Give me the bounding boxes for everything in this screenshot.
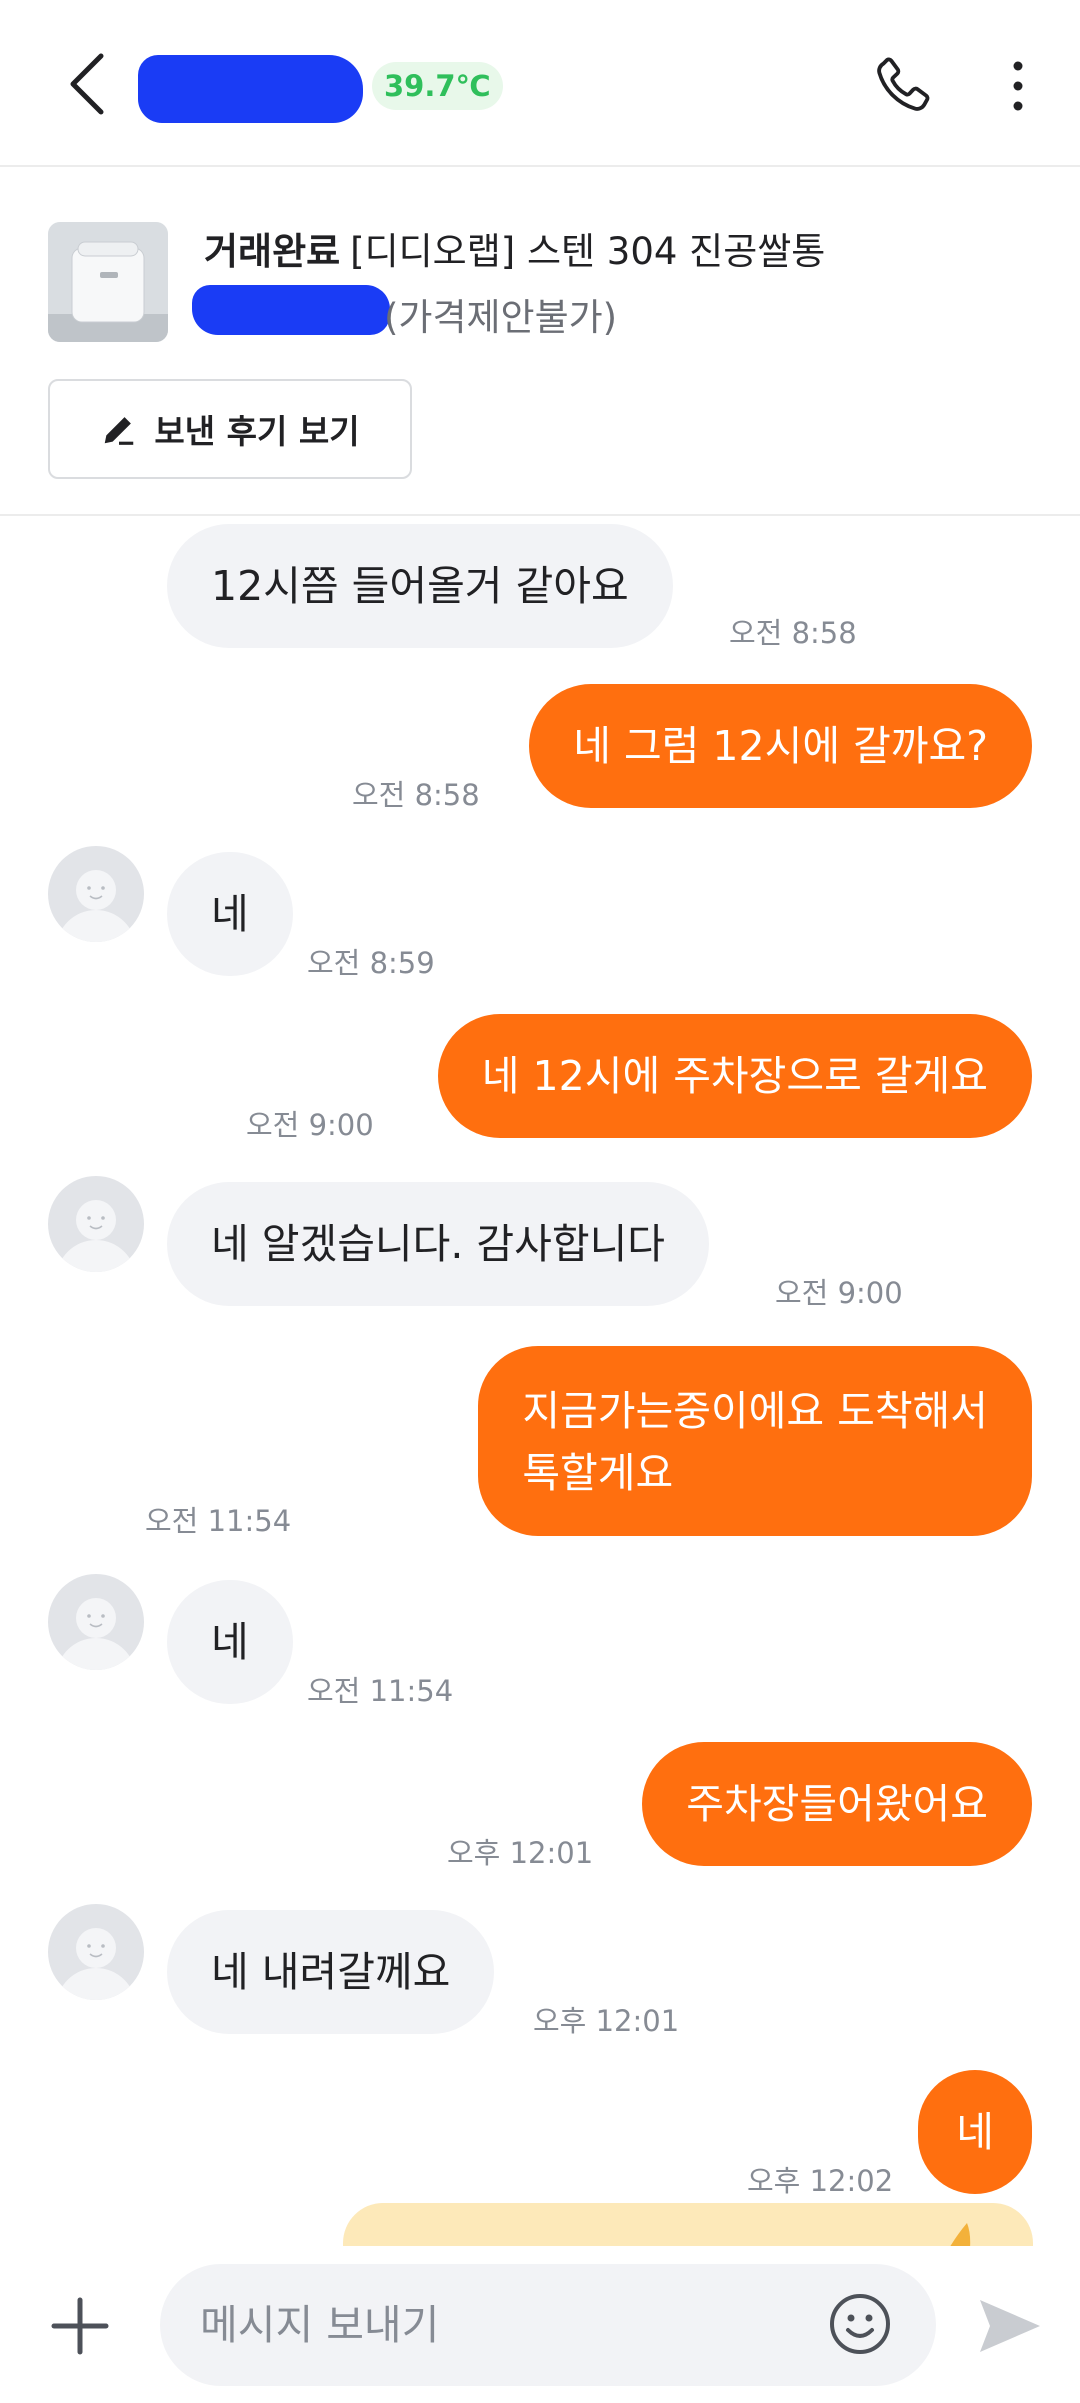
message-time: 오전 11:54 (145, 1504, 292, 1538)
product-name: [디디오랩] 스텐 304 진공쌀통 (350, 230, 826, 273)
sticker-image (950, 2223, 971, 2246)
incoming-message[interactable]: 네 (167, 1580, 293, 1704)
more-options-button[interactable] (990, 46, 1046, 126)
outgoing-message[interactable]: 네 12시에 주차장으로 갈게요 (437, 1014, 1032, 1138)
message-time: 오후 12:01 (533, 2004, 680, 2038)
incoming-message[interactable]: 네 (167, 852, 293, 976)
message-time: 오후 12:01 (447, 1836, 594, 1870)
incoming-message[interactable]: 네 내려갈께요 (167, 1910, 495, 2034)
message-time: 오후 12:02 (747, 2164, 894, 2198)
message-time: 오전 8:58 (729, 616, 857, 650)
message-line: 톡할게요 (522, 1449, 674, 1497)
default-profile-icon (56, 870, 136, 942)
redacted-username (138, 55, 363, 123)
call-button[interactable] (862, 46, 942, 126)
avatar[interactable] (48, 1904, 144, 2000)
send-icon (980, 2300, 1040, 2352)
review-button-label: 보낸 후기 보기 (154, 412, 360, 451)
message-time: 오전 11:54 (307, 1674, 454, 1708)
message-time: 오전 9:00 (775, 1276, 903, 1310)
send-button[interactable] (970, 2286, 1050, 2366)
chat-header: 39.7℃ (0, 0, 1080, 167)
manner-temperature-badge: 39.7℃ (372, 62, 503, 110)
message-list[interactable]: 12시쯤 들어올거 같아요 오전 8:58 네 그럼 12시에 갈까요? 오전 … (0, 516, 1080, 2246)
message-input-bar: 메시지 보내기 (0, 2246, 1080, 2403)
avatar[interactable] (48, 846, 144, 942)
default-profile-icon (56, 1928, 136, 2000)
product-title: 거래완료 [디디오랩] 스텐 304 진공쌀통 (204, 221, 825, 275)
default-profile-icon (56, 1598, 136, 1670)
avatar[interactable] (48, 1176, 144, 1272)
back-button[interactable] (52, 44, 122, 124)
view-sent-review-button[interactable]: 보낸 후기 보기 (48, 379, 412, 479)
message-time: 오전 9:00 (246, 1108, 374, 1142)
trade-status-label: 거래완료 (204, 230, 341, 273)
partially-visible-message[interactable] (343, 2203, 1033, 2246)
price-note: (가격제안불가) (384, 296, 618, 339)
avatar[interactable] (48, 1574, 144, 1670)
message-time: 오전 8:58 (352, 778, 480, 812)
emoji-button[interactable] (820, 2284, 900, 2364)
outgoing-message[interactable]: 네 그럼 12시에 갈까요? (529, 684, 1032, 808)
plus-icon (51, 2297, 109, 2355)
default-profile-icon (56, 1200, 136, 1272)
smiley-icon (830, 2294, 890, 2354)
attach-button[interactable] (40, 2286, 120, 2366)
message-time: 오전 8:59 (307, 946, 435, 980)
back-arrow-icon (70, 53, 104, 115)
message-line: 지금가는중이에요 도착해서 (522, 1387, 988, 1435)
product-summary[interactable]: 거래완료 [디디오랩] 스텐 304 진공쌀통 (가격제안불가) 보낸 후기 보기 (0, 167, 1080, 516)
outgoing-message[interactable]: 네 (918, 2070, 1032, 2194)
more-vertical-icon (1013, 61, 1023, 111)
incoming-message[interactable]: 네 알겠습니다. 감사합니다 (167, 1182, 710, 1306)
outgoing-message[interactable]: 지금가는중이에요 도착해서 톡할게요 (478, 1346, 1032, 1536)
redacted-price (192, 285, 390, 335)
rice-container-image (48, 222, 168, 342)
pencil-icon (105, 417, 134, 445)
phone-icon (877, 57, 930, 111)
outgoing-message[interactable]: 주차장들어왔어요 (642, 1742, 1032, 1866)
product-thumbnail[interactable] (48, 222, 168, 342)
incoming-message[interactable]: 12시쯤 들어올거 같아요 (167, 524, 673, 648)
